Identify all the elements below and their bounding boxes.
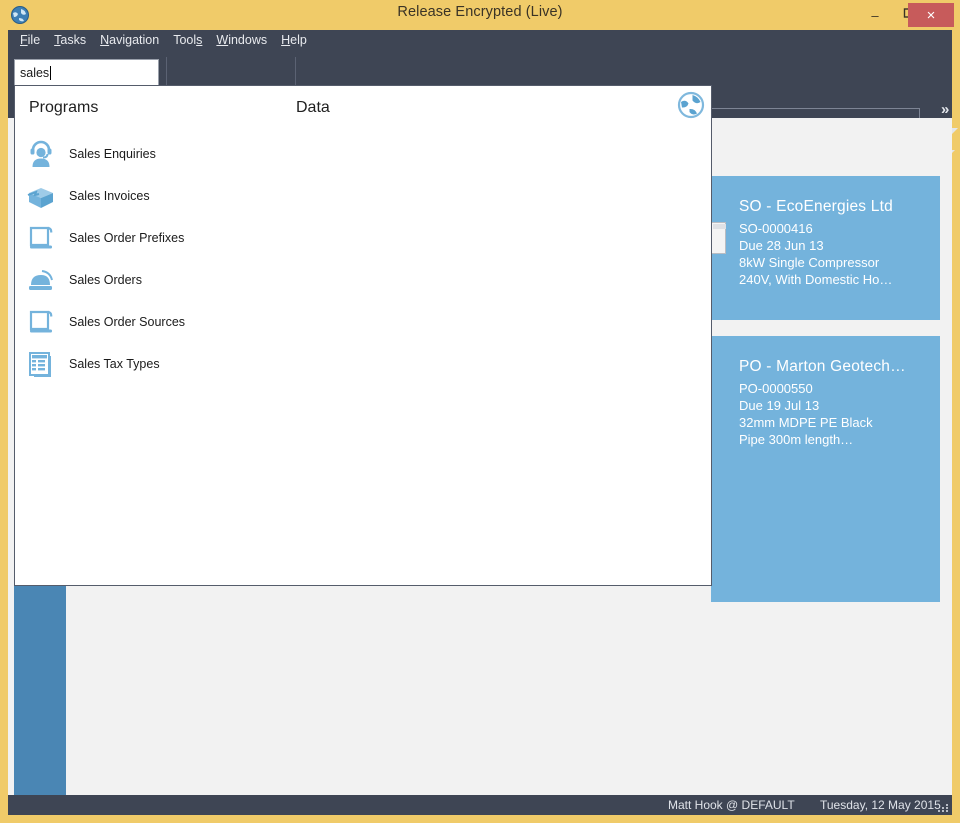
scroll-document-icon (25, 306, 57, 338)
card-drag-handle[interactable] (711, 222, 726, 254)
card-drag-handle-strip (713, 224, 726, 229)
menu-item-navigation[interactable]: Navigation (93, 33, 166, 47)
bell-order-icon (25, 264, 57, 296)
list-item[interactable]: Sales Tax Types (25, 343, 285, 385)
headset-person-icon (25, 138, 57, 170)
minimize-icon: – (871, 7, 879, 23)
programs-list: Sales Enquiries Sales Invoices Sales Ord… (25, 133, 285, 385)
toolbar-overflow-chevrons-icon[interactable]: » (941, 102, 949, 117)
list-item[interactable]: Sales Orders (25, 259, 285, 301)
card-description-line-1: 8kW Single Compressor (739, 255, 880, 270)
list-item-label: Sales Orders (69, 273, 142, 287)
cards-column: SO - EcoEnergies Ltd SO-0000416 Due 28 J… (711, 118, 940, 795)
text-caret (50, 65, 52, 80)
card-description-line-2: Pipe 300m length… (739, 432, 854, 447)
data-column-header: Data (296, 99, 330, 116)
search-input[interactable]: sales (14, 59, 159, 86)
globe-icon[interactable] (677, 91, 705, 119)
card-title: SO - EcoEnergies Ltd (739, 198, 893, 215)
list-item[interactable]: Sales Enquiries (25, 133, 285, 175)
window-title: Release Encrypted (Live) (397, 4, 563, 20)
menu-item-windows[interactable]: Windows (209, 33, 274, 47)
list-item-label: Sales Order Prefixes (69, 231, 185, 245)
list-item[interactable]: Sales Invoices (25, 175, 285, 217)
list-item-label: Sales Tax Types (69, 357, 160, 371)
resize-grip-icon[interactable] (938, 804, 950, 813)
application-window: Release Encrypted (Live) – × File Tasks … (0, 0, 960, 823)
minimize-button[interactable]: – (858, 0, 892, 30)
card-reference: SO-0000416 (739, 221, 813, 236)
order-card[interactable]: PO - Marton Geotech… PO-0000550 Due 19 J… (711, 336, 940, 602)
card-reference: PO-0000550 (739, 381, 813, 396)
search-results-panel: Programs Data Sales Enquiries Sales Invo… (14, 85, 712, 586)
status-date-label: Tuesday, 12 May 2015 (820, 798, 941, 812)
close-button[interactable]: × (908, 3, 954, 27)
scroll-document-icon (25, 222, 57, 254)
close-icon: × (926, 6, 936, 24)
order-card[interactable]: SO - EcoEnergies Ltd SO-0000416 Due 28 J… (711, 176, 940, 320)
menu-bar: File Tasks Navigation Tools Windows Help (8, 30, 952, 50)
search-input-value: sales (20, 65, 50, 80)
list-item-label: Sales Enquiries (69, 147, 156, 161)
card-description-line-2: 240V, With Domestic Ho… (739, 272, 893, 287)
card-description-line-1: 32mm MDPE PE Black (739, 415, 873, 430)
status-bar: Matt Hook @ DEFAULT Tuesday, 12 May 2015 (8, 795, 952, 815)
card-title: PO - Marton Geotech… (739, 358, 906, 375)
menu-item-help[interactable]: Help (274, 33, 314, 47)
open-box-icon (25, 180, 57, 212)
card-due-date: Due 28 Jun 13 (739, 238, 824, 253)
list-item[interactable]: Sales Order Sources (25, 301, 285, 343)
menu-item-file[interactable]: File (13, 33, 47, 47)
menu-item-tools[interactable]: Tools (166, 33, 209, 47)
list-item-label: Sales Invoices (69, 189, 150, 203)
status-user-label: Matt Hook @ DEFAULT (668, 798, 795, 812)
card-due-date: Due 19 Jul 13 (739, 398, 820, 413)
programs-column-header: Programs (29, 99, 99, 116)
title-bar: Release Encrypted (Live) – × (0, 0, 960, 30)
list-item-label: Sales Order Sources (69, 315, 186, 329)
list-item[interactable]: Sales Order Prefixes (25, 217, 285, 259)
tax-ledger-icon (25, 348, 57, 380)
menu-item-tasks[interactable]: Tasks (47, 33, 93, 47)
